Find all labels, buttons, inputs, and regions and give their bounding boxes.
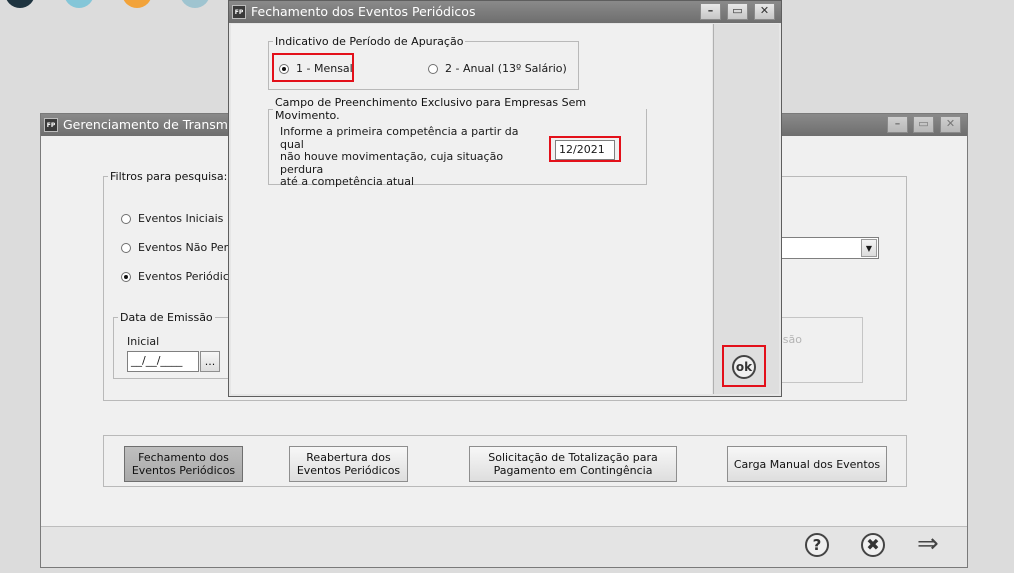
radio-button[interactable] [121, 213, 131, 224]
dialog-titlebar[interactable]: FP Fechamento dos Eventos Periódicos – ▭… [229, 1, 781, 23]
minimize-button[interactable]: – [887, 116, 908, 133]
emission-date-legend: Data de Emissão [118, 311, 215, 324]
initial-date-label: Inicial [127, 335, 160, 348]
radio-label: Eventos Não Perió [138, 241, 238, 254]
highlight-box [272, 53, 354, 82]
dialog-title: Fechamento dos Eventos Periódicos [251, 4, 476, 19]
period-legend: Indicativo de Período de Apuração [273, 35, 466, 48]
window-title: Gerenciamento de Transmiss [63, 117, 245, 132]
app-logo-icon: FP [44, 118, 58, 132]
cancel-icon[interactable]: ✖ [861, 533, 885, 557]
reopen-periodic-events-button[interactable]: Reabertura dos Eventos Periódicos [289, 446, 408, 482]
radio-non-periodic-events[interactable]: Eventos Não Perió [121, 241, 238, 254]
highlight-box [722, 345, 766, 387]
minimize-button[interactable]: – [700, 3, 721, 20]
info-text-line: até a competência atual [280, 175, 415, 188]
date-picker-button[interactable]: ... [200, 351, 220, 372]
manual-load-button[interactable]: Carga Manual dos Eventos [727, 446, 887, 482]
help-icon[interactable]: ? [805, 533, 829, 557]
maximize-button[interactable]: ▭ [727, 3, 748, 20]
app-logo-icon: FP [232, 5, 246, 19]
radio-button[interactable] [121, 242, 131, 253]
dialog-side-panel [713, 24, 779, 394]
no-movement-legend: Campo de Preenchimento Exclusivo para Em… [273, 96, 646, 122]
desktop-app-icon[interactable] [180, 0, 210, 8]
info-text-line: não houve movimentação, cuja situação pe… [280, 150, 504, 176]
radio-annual[interactable]: 2 - Anual (13º Salário) [428, 62, 567, 75]
radio-initial-events[interactable]: Eventos Iniciais [121, 212, 223, 225]
radio-label: Eventos Periódicos [138, 270, 242, 283]
desktop-app-icon[interactable] [5, 0, 35, 8]
totalization-request-button[interactable]: Solicitação de Totalização para Pagament… [469, 446, 677, 482]
info-text: Informe a primeira competência a partir … [280, 125, 540, 189]
close-button[interactable]: ✕ [754, 3, 775, 20]
chevron-down-icon[interactable]: ▼ [861, 239, 877, 257]
periodic-events-dialog: FP Fechamento dos Eventos Periódicos – ▭… [228, 0, 782, 397]
info-text-line: Informe a primeira competência a partir … [280, 125, 519, 151]
desktop-app-icon[interactable] [122, 0, 152, 8]
radio-button-selected[interactable] [121, 271, 131, 282]
radio-label: 2 - Anual (13º Salário) [445, 62, 567, 75]
maximize-button[interactable]: ▭ [913, 116, 934, 133]
radio-button[interactable] [428, 63, 438, 74]
highlight-box [549, 136, 621, 162]
close-button[interactable]: ✕ [940, 116, 961, 133]
radio-label: Eventos Iniciais [138, 212, 224, 225]
radio-periodic-events[interactable]: Eventos Periódicos [121, 270, 241, 283]
filters-legend: Filtros para pesquisa: [108, 170, 230, 183]
next-arrow-icon[interactable]: ⇒ [917, 530, 947, 560]
initial-date-input[interactable]: __/__/____ [127, 351, 199, 372]
close-periodic-events-button[interactable]: Fechamento dos Eventos Periódicos [124, 446, 243, 482]
desktop-app-icon[interactable] [64, 0, 94, 8]
